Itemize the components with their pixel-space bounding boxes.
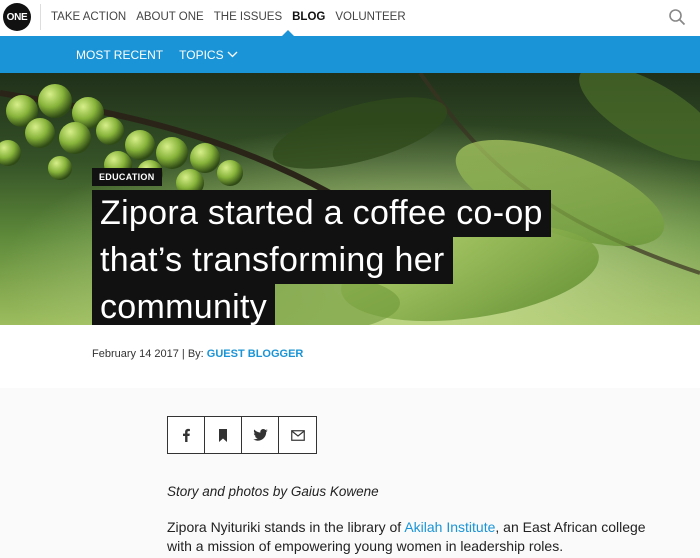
- article-title: Zipora started a coffee co-op that’s tra…: [92, 190, 612, 331]
- share-bar: [167, 416, 317, 454]
- active-indicator: [282, 30, 294, 36]
- one-logo[interactable]: ONE: [3, 3, 31, 31]
- nav-about-one[interactable]: ABOUT ONE: [136, 11, 204, 23]
- topics-label: TOPICS: [179, 47, 224, 62]
- nav-take-action[interactable]: TAKE ACTION: [51, 11, 126, 23]
- share-email-button[interactable]: [279, 417, 316, 453]
- topics-dropdown[interactable]: TOPICS: [179, 47, 238, 62]
- by-label: By:: [187, 348, 204, 360]
- nav-blog[interactable]: BLOG: [292, 11, 325, 23]
- email-icon: [290, 429, 305, 441]
- title-line-1: Zipora started a coffee co-op: [92, 190, 551, 237]
- search-icon[interactable]: [668, 8, 686, 26]
- logo-divider: [40, 4, 41, 30]
- title-line-3: community: [92, 284, 276, 331]
- article-paragraph: Zipora Nyituriki stands in the library o…: [167, 518, 667, 556]
- chevron-down-icon: [227, 51, 238, 58]
- bookmark-icon: [219, 428, 227, 442]
- bookmark-button[interactable]: [205, 417, 242, 453]
- nav-the-issues[interactable]: THE ISSUES: [214, 11, 282, 23]
- article-date: February 14 2017: [92, 348, 179, 360]
- nav-volunteer[interactable]: VOLUNTEER: [335, 11, 405, 23]
- category-badge[interactable]: EDUCATION: [92, 168, 162, 186]
- story-byline: Story and photos by Gaius Kowene: [167, 484, 379, 499]
- main-nav: TAKE ACTION ABOUT ONE THE ISSUES BLOG VO…: [51, 0, 416, 34]
- paragraph-text-start: Zipora Nyituriki stands in the library o…: [167, 519, 405, 535]
- twitter-icon: [252, 429, 268, 441]
- most-recent-link[interactable]: MOST RECENT: [76, 48, 163, 62]
- top-navigation: ONE TAKE ACTION ABOUT ONE THE ISSUES BLO…: [0, 0, 700, 36]
- article-meta: February 14 2017 | By: GUEST BLOGGER: [92, 348, 303, 360]
- share-facebook-button[interactable]: [168, 417, 205, 453]
- title-line-2: that’s transforming her: [92, 237, 453, 284]
- facebook-icon: [183, 428, 190, 442]
- share-twitter-button[interactable]: [242, 417, 279, 453]
- author-link[interactable]: GUEST BLOGGER: [207, 348, 304, 360]
- blog-subnav: MOST RECENT TOPICS: [0, 30, 700, 73]
- akilah-institute-link[interactable]: Akilah Institute: [404, 519, 495, 535]
